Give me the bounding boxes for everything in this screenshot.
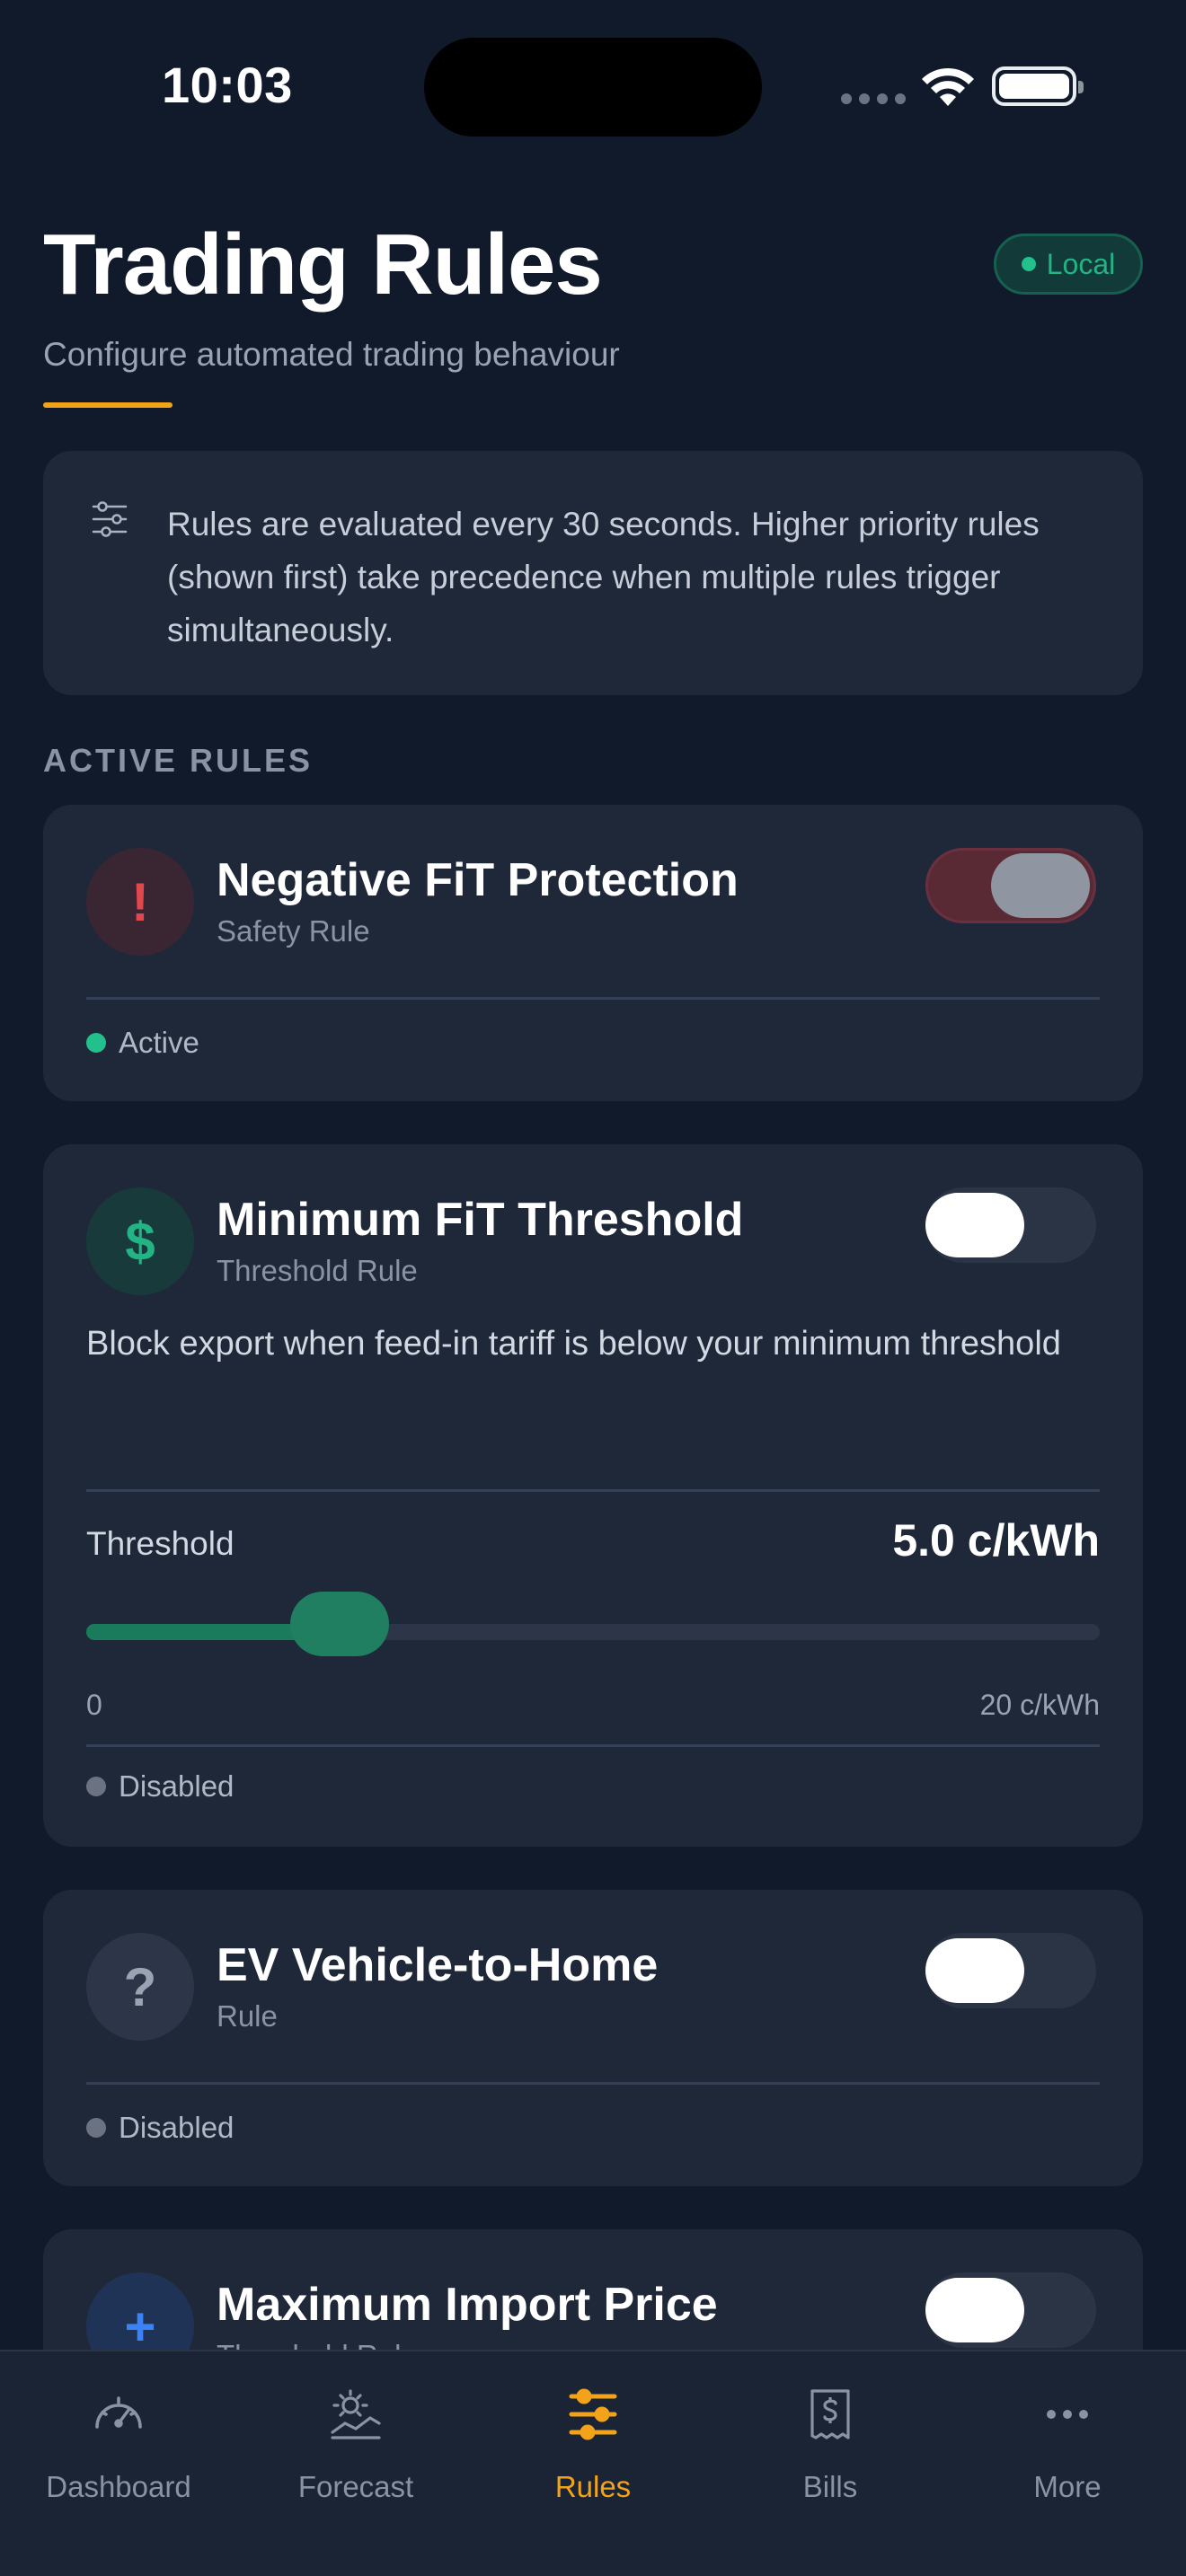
rule-type: Threshold Rule [217,1254,418,1287]
nav-label: Rules [554,2470,632,2503]
rule-card-ev-v2h: ? EV Vehicle-to-Home Rule Disabled [43,1890,1143,2186]
rule-status-label: Active [119,1026,199,1059]
slider-thumb[interactable] [290,1592,389,1656]
card-divider [86,1744,1100,1747]
rule-name: Minimum FiT Threshold [217,1194,744,1246]
rule-status: Disabled [86,1769,234,1804]
toggle-knob [925,1938,1024,2003]
info-text: Rules are evaluated every 30 seconds. Hi… [167,506,1040,648]
nav-item-forecast[interactable]: Forecast [237,2351,474,2531]
title-accent-bar [43,402,173,408]
page-subtitle: Configure automated trading behaviour [43,336,620,373]
gauge-icon [95,2396,142,2429]
toggle-knob [925,2278,1024,2342]
slider-max-label: 20 c/kWh [979,1689,1100,1721]
section-label-active-rules: ACTIVE RULES [43,742,314,779]
nav-label: Dashboard [46,2470,191,2503]
rule-status: Active [86,1026,199,1060]
toggle-knob [925,1193,1024,1257]
rule-description: Block export when feed-in tariff is belo… [86,1325,1061,1363]
local-badge-label: Local [1046,247,1116,280]
card-divider [86,2082,1100,2085]
rule-status-label: Disabled [119,1769,235,1803]
rule-card-minimum-fit: $ Minimum FiT Threshold Threshold Rule B… [43,1144,1143,1847]
sliders-info-icon [92,501,128,537]
battery-icon [992,66,1084,106]
nav-item-dashboard[interactable]: Dashboard [0,2351,237,2531]
rule-toggle-minimum-fit[interactable] [925,1187,1096,1263]
rule-name: EV Vehicle-to-Home [217,1939,659,1991]
more-dots-icon [1047,2410,1088,2419]
sliders-icon [569,2388,617,2440]
dynamic-island [424,38,762,137]
wifi-icon [922,67,974,106]
rule-type: Safety Rule [217,914,370,948]
status-dot-active [86,1033,106,1053]
nav-label: Bills [802,2470,858,2503]
nav-item-rules[interactable]: Rules [474,2351,712,2531]
status-dot-disabled [86,2118,106,2138]
card-divider [86,1489,1100,1492]
status-dot-disabled [86,1777,106,1796]
toggle-knob [991,853,1090,918]
local-badge: Local [994,234,1143,295]
dollar-icon: $ [86,1187,194,1295]
nav-item-more[interactable]: More [949,2351,1186,2531]
alert-icon: ! [86,848,194,956]
sun-forecast-icon [331,2389,381,2439]
rule-toggle-negative-fit[interactable] [925,848,1096,923]
rule-toggle-max-import[interactable] [925,2272,1096,2348]
nav-item-bills[interactable]: Bills [712,2351,949,2531]
cellular-signal-icon [841,93,906,104]
rule-type: Rule [217,1999,278,2033]
bottom-nav: Dashboard Forecast Rules Bills More [0,2350,1186,2576]
card-divider [86,997,1100,1000]
rule-status-label: Disabled [119,2111,235,2144]
threshold-slider[interactable] [86,1592,1100,1656]
receipt-icon [810,2389,850,2439]
threshold-value: 5.0 c/kWh [892,1515,1100,1566]
rule-toggle-ev-v2h[interactable] [925,1933,1096,2008]
threshold-label: Threshold [86,1525,235,1562]
rule-card-negative-fit: ! Negative FiT Protection Safety Rule Ac… [43,805,1143,1101]
nav-label: Forecast [297,2470,414,2503]
slider-min-label: 0 [86,1689,102,1721]
question-icon: ? [86,1933,194,2041]
page-title: Trading Rules [43,216,603,313]
rule-name: Maximum Import Price [217,2279,718,2331]
status-bar: 10:03 [0,0,1186,171]
rule-status: Disabled [86,2111,234,2145]
local-status-dot [1021,257,1036,271]
nav-label: More [1033,2470,1102,2503]
rule-name: Negative FiT Protection [217,854,739,906]
info-card: Rules are evaluated every 30 seconds. Hi… [43,451,1143,695]
status-time: 10:03 [162,57,293,113]
